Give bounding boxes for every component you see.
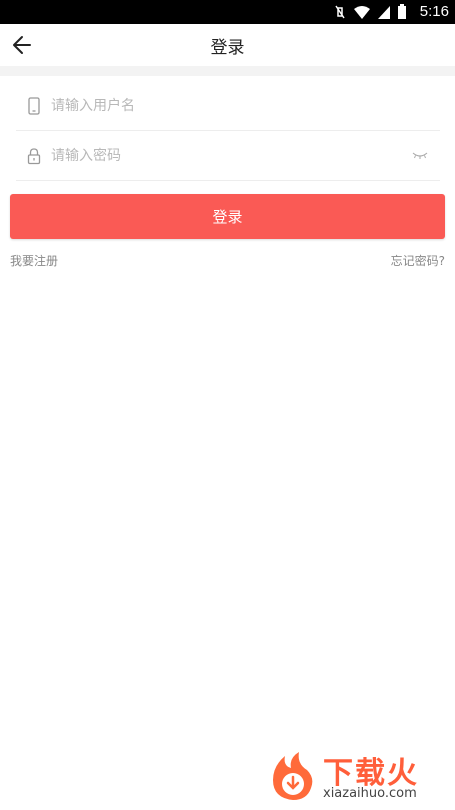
forgot-password-link[interactable]: 忘记密码? xyxy=(391,252,445,269)
username-field xyxy=(16,80,440,131)
phone-icon xyxy=(28,97,40,115)
watermark-logo: 下载火 xiazaihuo.com xyxy=(267,748,449,804)
status-bar: 5:16 xyxy=(0,0,455,24)
eye-closed-icon[interactable] xyxy=(412,150,428,160)
battery-icon xyxy=(398,4,406,19)
signal-icon xyxy=(378,6,390,19)
password-field xyxy=(16,130,440,181)
status-icons xyxy=(333,4,407,20)
nav-bar: 登录 xyxy=(0,24,455,66)
flame-logo-icon xyxy=(273,752,313,800)
username-input[interactable] xyxy=(49,93,393,119)
register-link[interactable]: 我要注册 xyxy=(10,252,58,269)
page-title: 登录 xyxy=(210,38,245,58)
status-time: 5:16 xyxy=(419,3,449,20)
wifi-icon xyxy=(354,6,370,19)
vibrate-off-icon xyxy=(335,5,345,19)
watermark-site: xiazaihuo.com xyxy=(323,786,417,801)
password-input[interactable] xyxy=(49,143,393,169)
lock-icon xyxy=(27,148,41,165)
login-button[interactable]: 登录 xyxy=(10,194,445,239)
section-divider xyxy=(0,66,455,76)
